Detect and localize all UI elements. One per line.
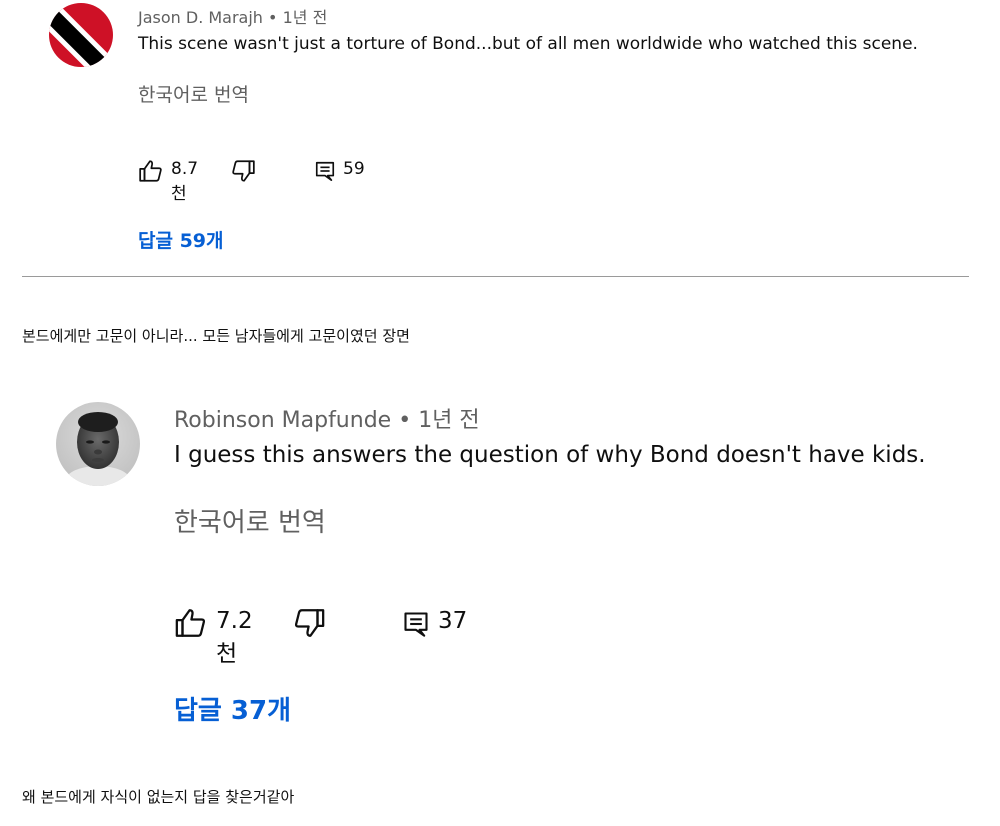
translate-link[interactable]: 한국어로 번역 xyxy=(174,502,326,539)
like-count: 8.7천 xyxy=(171,159,199,204)
author-name[interactable]: Robinson Mapfunde xyxy=(174,408,391,433)
comment-text: I guess this answers the question of why… xyxy=(174,442,926,468)
meta-separator: • xyxy=(398,408,412,433)
reply-icon[interactable] xyxy=(314,160,336,182)
thumbs-down-icon[interactable] xyxy=(230,158,256,184)
caption-translation: 왜 본드에게 자식이 없는지 답을 찾은거같아 xyxy=(22,788,295,806)
comment-2: Robinson Mapfunde • 1년 전 I guess this an… xyxy=(0,390,1000,740)
comment-time[interactable]: 1년 전 xyxy=(418,408,479,433)
reply-icon[interactable] xyxy=(402,610,430,638)
comment-meta: Robinson Mapfunde • 1년 전 xyxy=(174,402,480,434)
thumbs-up-icon[interactable] xyxy=(174,606,208,640)
page: Jason D. Marajh • 1년 전 This scene wasn't… xyxy=(0,0,1000,826)
meta-separator: • xyxy=(268,8,278,27)
portrait-avatar-icon[interactable] xyxy=(56,402,140,486)
divider xyxy=(22,276,969,277)
caption-translation: 본드에게만 고문이 아니라... 모든 남자들에게 고문이였던 장면 xyxy=(22,327,410,345)
comment-text: This scene wasn't just a torture of Bond… xyxy=(138,34,918,54)
comment-time[interactable]: 1년 전 xyxy=(283,8,328,27)
trinidad-flag-avatar-icon[interactable] xyxy=(49,3,113,67)
thumbs-up-icon[interactable] xyxy=(138,158,164,184)
comment-1: Jason D. Marajh • 1년 전 This scene wasn't… xyxy=(0,0,1000,270)
view-replies-link[interactable]: 답글 37개 xyxy=(174,690,291,727)
comment-meta: Jason D. Marajh • 1년 전 xyxy=(138,4,327,28)
view-replies-link[interactable]: 답글 59개 xyxy=(138,226,224,253)
thumbs-down-icon[interactable] xyxy=(292,606,326,640)
reply-count: 37 xyxy=(438,608,468,634)
reply-count: 59 xyxy=(343,159,365,179)
like-count: 7.2천 xyxy=(216,608,253,667)
translate-link[interactable]: 한국어로 번역 xyxy=(138,80,249,107)
author-name[interactable]: Jason D. Marajh xyxy=(138,8,263,27)
